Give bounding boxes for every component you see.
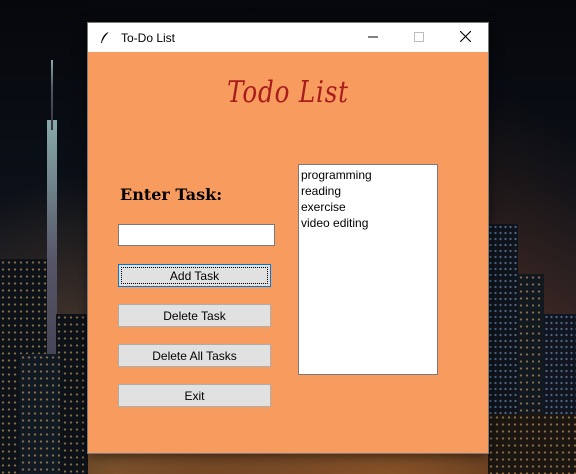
add-task-button[interactable]: Add Task <box>118 264 271 287</box>
feather-icon <box>98 31 112 45</box>
maximize-button[interactable] <box>396 23 442 52</box>
list-item[interactable]: programming <box>300 167 436 183</box>
wallpaper-tower-spire <box>51 60 53 130</box>
delete-task-button[interactable]: Delete Task <box>118 304 271 327</box>
minimize-icon <box>368 29 378 47</box>
close-icon <box>459 29 471 47</box>
list-item[interactable]: reading <box>300 183 436 199</box>
list-item[interactable]: exercise <box>300 199 436 215</box>
maximize-icon <box>414 29 424 47</box>
wallpaper-building <box>20 354 60 474</box>
task-input[interactable] <box>118 224 275 246</box>
wallpaper-building <box>488 414 576 474</box>
task-listbox[interactable]: programming reading exercise video editi… <box>298 164 438 375</box>
exit-button[interactable]: Exit <box>118 384 271 407</box>
todo-window: To-Do List Todo List Enter Task: Add Tas… <box>88 23 488 453</box>
list-item[interactable]: video editing <box>300 215 436 231</box>
delete-all-tasks-button[interactable]: Delete All Tasks <box>118 344 271 367</box>
enter-task-label: Enter Task: <box>120 185 223 204</box>
title-bar[interactable]: To-Do List <box>88 23 488 52</box>
window-controls <box>350 23 488 52</box>
app-heading: Todo List <box>227 75 349 110</box>
minimize-button[interactable] <box>350 23 396 52</box>
window-title: To-Do List <box>121 30 176 45</box>
close-button[interactable] <box>442 23 488 52</box>
wallpaper-building <box>56 314 88 474</box>
